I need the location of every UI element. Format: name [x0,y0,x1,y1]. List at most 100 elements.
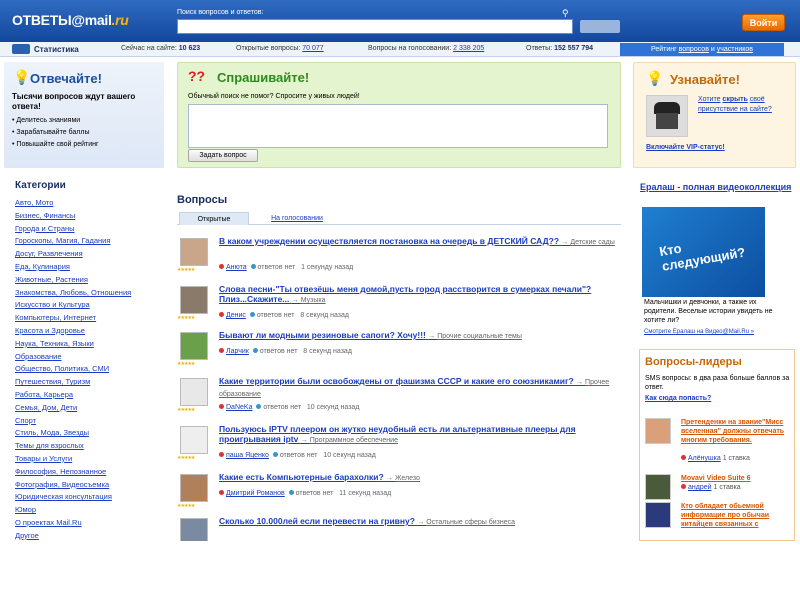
category-link[interactable]: Компьютеры, Интернет [15,312,165,325]
question-title-link[interactable]: Сколько 10.000лей если перевести на грив… [219,516,619,528]
leader-user-link[interactable]: Алёнушка [688,455,721,462]
user-avatar[interactable] [180,378,208,406]
category-link[interactable]: Знакомства, Любовь, Отношения [15,287,165,300]
user-avatar[interactable] [180,332,208,360]
rating-questions-link[interactable]: вопросов [679,46,709,53]
category-link[interactable]: Стиль, Мода, Звезды [15,427,165,440]
question-title[interactable]: Какие территории были освобождены от фаш… [219,376,574,386]
category-link[interactable]: Бизнес, Финансы [15,210,165,223]
user-avatar[interactable] [180,286,208,314]
leader-question-link[interactable]: Movavi Video Suite 6 [681,474,791,483]
question-title-link[interactable]: Какие есть Компьютерные барахолки? → Жел… [219,472,619,484]
hide-text-pre[interactable]: Хотите [698,96,720,103]
leader-avatar[interactable] [645,502,671,528]
spy-avatar [646,95,688,137]
search-label: Поиск вопросов и ответов: [177,9,264,16]
question-title[interactable]: Сколько 10.000лей если перевести на грив… [219,516,415,526]
user-avatar[interactable] [180,238,208,266]
vip-status-link[interactable]: Включайте VIP-статус! [646,144,725,151]
category-link[interactable]: Наука, Техника, Языки [15,338,165,351]
question-title[interactable]: Слова песни-"Ты отвезёшь меня домой,пуст… [219,284,591,304]
search-options-icon[interactable]: ⚲ [562,8,572,18]
question-category-link[interactable]: Музыка [301,297,326,304]
tab-voting[interactable]: На голосовании [257,212,337,225]
open-value-link[interactable]: 70 077 [302,45,323,52]
question-category-link[interactable]: Железо [395,475,420,482]
category-link[interactable]: Философия, Непознанное [15,466,165,479]
question-title-link[interactable]: Слова песни-"Ты отвезёшь меня домой,пуст… [219,284,619,306]
ad-title[interactable]: Ералаш - полная видеоколлекция [640,182,794,193]
category-link[interactable]: Искусство и Культура [15,299,165,312]
category-link[interactable]: Спорт [15,415,165,428]
category-link[interactable]: Животные, Растения [15,274,165,287]
category-link[interactable]: Фотография, Видеосъемка [15,479,165,492]
question-category-link[interactable]: Прочие социальные темы [437,333,522,340]
ad-image-text: Кто следующий? [658,240,747,274]
category-link[interactable]: Юмор [15,504,165,517]
leader-question-link[interactable]: Претенденки на звание"Мисс вселенная" до… [681,418,791,445]
question-title[interactable]: В каком учреждении осуществляется постан… [219,236,559,246]
category-link[interactable]: О проектах Mail.Ru [15,517,165,530]
question-title-link[interactable]: Какие территории были освобождены от фаш… [219,376,619,400]
question-user-link[interactable]: Дмитрий Романов [226,490,285,497]
voting-value-link[interactable]: 2 338 205 [453,45,484,52]
question-user-link[interactable]: Денис [226,312,246,319]
question-category-link[interactable]: Детские сады [570,239,614,246]
hide-link[interactable]: скрыть [722,96,747,103]
question-category-link[interactable]: Остальные сферы бизнеса [426,519,515,526]
category-link[interactable]: Красота и Здоровье [15,325,165,338]
question-category-link[interactable]: Программное обеспечение [310,437,398,444]
online-value: 10 623 [178,45,201,52]
ask-question-button[interactable]: Задать вопрос [188,149,258,162]
category-link[interactable]: Темы для взрослых [15,440,165,453]
question-title-link[interactable]: В каком учреждении осуществляется постан… [219,236,619,248]
rating-and: и [710,46,715,53]
category-link[interactable]: Гороскопы, Магия, Гадания [15,235,165,248]
leader-question-link[interactable]: Кто обладает обьемной информацие про обы… [681,502,791,529]
leader-avatar[interactable] [645,474,671,500]
category-link[interactable]: Юридическая консультация [15,491,165,504]
category-link[interactable]: Общество, Политика, СМИ [15,363,165,376]
category-link[interactable]: Досуг, Развлечения [15,248,165,261]
category-link[interactable]: Другое [15,530,165,541]
category-link[interactable]: Работа, Карьера [15,389,165,402]
categories-title: Категории [15,180,66,191]
hide-presence-text: Хотите скрыть своё присутствие на сайте? [698,95,790,115]
question-user-link[interactable]: паша Яценко [226,452,269,459]
ad-small-link[interactable]: Смотрите Ералаш на Видео@Mail.Ru » [644,329,754,335]
category-link[interactable]: Авто, Мото [15,197,165,210]
category-link[interactable]: Товары и Услуги [15,453,165,466]
category-link[interactable]: Образование [15,351,165,364]
rating-participants-link[interactable]: участников [717,46,753,53]
search-button[interactable] [580,20,620,33]
site-logo[interactable]: ОТВЕТЫ@mail.ru [12,12,129,28]
question-answers-count: ответов нет [257,264,296,271]
user-status-icon [681,455,686,460]
lightbulb-icon: 💡 [646,70,664,86]
leader-stakes: 1 ставка [722,455,750,462]
stats-label[interactable]: Статистика [34,45,79,54]
category-link[interactable]: Путешествия, Туризм [15,376,165,389]
search-input[interactable] [177,19,573,34]
question-item: ★★★★★ Какие есть Компьютерные барахолки? … [177,472,621,514]
question-user-link[interactable]: DaNeKa [226,404,252,411]
question-user-link[interactable]: Ларчик [226,348,249,355]
login-button[interactable]: Войти [742,14,785,31]
question-title-link[interactable]: Пользуюсь IPTV плеером он жутко неудобны… [219,424,619,446]
category-link[interactable]: Города и Страны [15,223,165,236]
category-link[interactable]: Семья, Дом, Дети [15,402,165,415]
question-textarea[interactable] [188,104,608,148]
how-to-get-here-link[interactable]: Как сюда попасть? [645,395,711,402]
ad-image[interactable]: Кто следующий? [642,207,765,297]
leader-avatar[interactable] [645,418,671,444]
user-avatar[interactable] [180,518,208,541]
user-avatar[interactable] [180,474,208,502]
question-title-link[interactable]: Бывают ли модными резиновые сапоги? Хочу… [219,330,619,342]
tab-open[interactable]: Открытые [179,212,249,225]
user-avatar[interactable] [180,426,208,454]
question-user-link[interactable]: Анюта [226,264,247,271]
question-title[interactable]: Бывают ли модными резиновые сапоги? Хочу… [219,330,426,340]
leader-user-link[interactable]: андрей [688,484,712,491]
category-link[interactable]: Еда, Кулинария [15,261,165,274]
question-title[interactable]: Какие есть Компьютерные барахолки? [219,472,384,482]
